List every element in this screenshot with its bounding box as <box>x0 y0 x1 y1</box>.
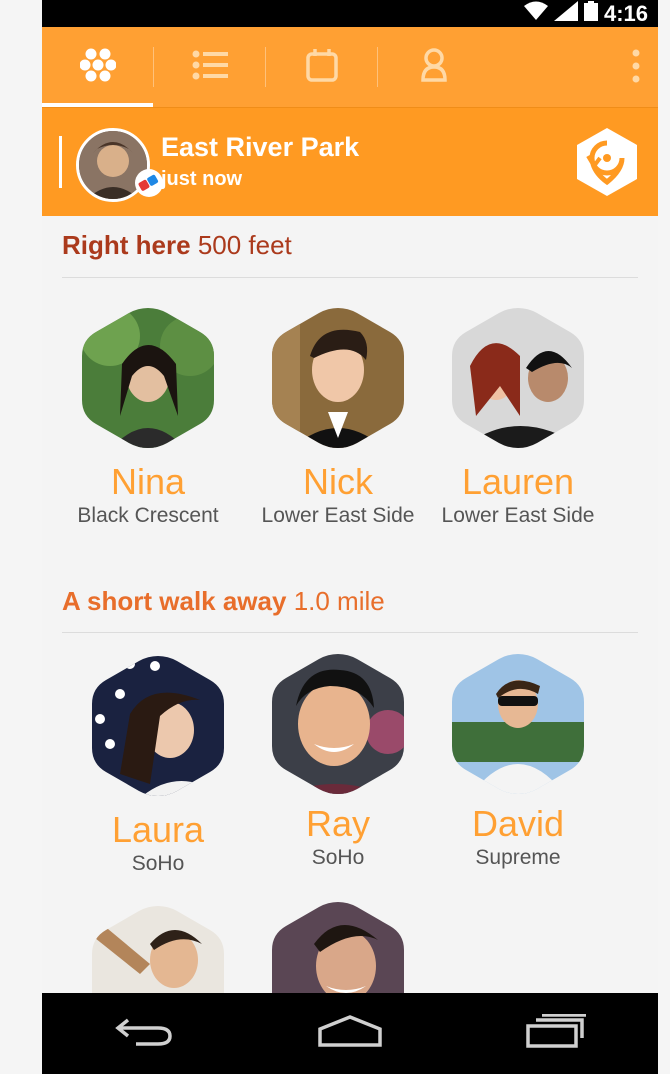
section-distance: 1.0 mile <box>293 586 385 616</box>
tab-bar <box>42 27 658 107</box>
glasses-badge-icon <box>134 168 164 203</box>
person-location: SoHo <box>311 846 365 869</box>
person-name: Ray <box>305 803 371 844</box>
avatar[interactable] <box>450 652 586 796</box>
person-name: David <box>471 803 565 844</box>
home-icon[interactable] <box>318 1015 382 1052</box>
checkin-button[interactable] <box>574 126 640 198</box>
navigation-bar <box>42 993 658 1074</box>
person-card-laura[interactable]: Laura SoHo <box>68 654 248 877</box>
person-location: Lower East Side <box>261 504 415 527</box>
checkin-time: just now <box>161 168 243 190</box>
banner-indicator <box>59 136 62 188</box>
person-name: Nina <box>110 461 186 502</box>
tab-list[interactable] <box>154 27 265 107</box>
battery-icon <box>583 0 598 27</box>
more-vert-icon <box>632 49 640 87</box>
checkin-place: East River Park <box>161 132 360 162</box>
section-distance: 500 feet <box>197 230 292 260</box>
hexagon-grid-icon <box>79 48 116 87</box>
list-icon <box>192 50 228 85</box>
calendar-icon <box>305 48 338 87</box>
section-right-here: Right here 500 feet <box>62 230 638 261</box>
status-bar: 4:16 <box>42 0 658 27</box>
avatar[interactable] <box>80 306 216 450</box>
person-location: Supreme <box>475 846 561 869</box>
section-divider <box>62 277 638 278</box>
tab-calendar[interactable] <box>266 27 377 107</box>
tab-profile[interactable] <box>378 27 489 107</box>
person-card-david[interactable]: David Supreme <box>428 652 608 871</box>
person-name: Nick <box>303 461 373 502</box>
person-location: Black Crescent <box>77 504 219 527</box>
person-name: Lauren <box>461 461 575 502</box>
section-short-walk: A short walk away 1.0 mile <box>62 586 638 617</box>
section-title: Right here <box>62 230 191 260</box>
overflow-menu-button[interactable] <box>632 49 640 88</box>
person-card-nick[interactable]: Nick Lower East Side <box>248 306 428 529</box>
section-divider <box>62 632 638 633</box>
avatar[interactable] <box>270 306 406 450</box>
phone-screen: 4:16 East River Park just now Right here… <box>42 0 658 1074</box>
avatar[interactable] <box>450 306 586 450</box>
tab-people[interactable] <box>42 27 153 107</box>
avatar[interactable] <box>270 652 406 796</box>
section-title: A short walk away <box>62 586 287 616</box>
clock: 4:16 <box>603 0 648 26</box>
recents-icon[interactable] <box>526 1013 586 1053</box>
location-pin-icon <box>574 128 640 202</box>
avatar[interactable] <box>90 654 226 798</box>
person-card-lauren[interactable]: Lauren Lower East Side <box>428 306 608 529</box>
checkin-banner[interactable]: East River Park just now <box>42 107 658 216</box>
person-card-ray[interactable]: Ray SoHo <box>248 652 428 871</box>
signal-icon <box>553 0 578 27</box>
person-card-nina[interactable]: Nina Black Crescent <box>58 306 238 529</box>
person-location: Lower East Side <box>441 504 595 527</box>
person-location: SoHo <box>131 852 185 875</box>
person-icon <box>420 47 448 88</box>
person-name: Laura <box>111 809 205 850</box>
back-icon[interactable] <box>114 1014 174 1053</box>
wifi-icon <box>523 1 548 27</box>
